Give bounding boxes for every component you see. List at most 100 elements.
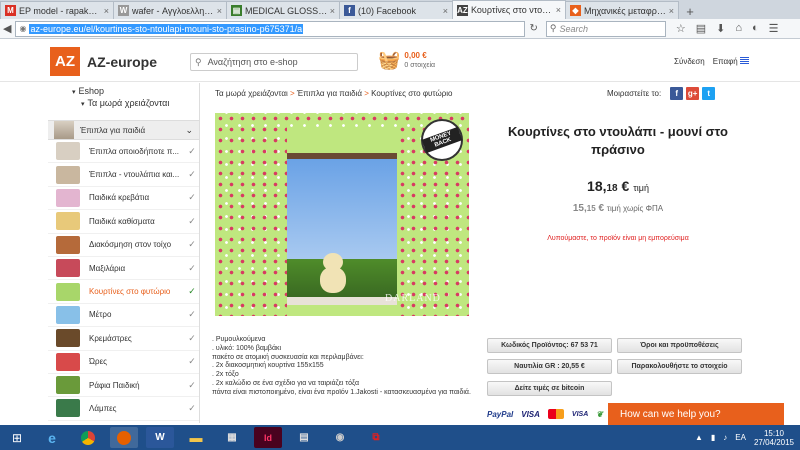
close-icon[interactable]: × xyxy=(443,6,448,16)
sidebar-item[interactable]: Έπιπλα οποιοδήποτε π... ✓ xyxy=(48,140,199,164)
windows-start-icon[interactable]: ⊞ xyxy=(4,427,30,448)
close-icon[interactable]: × xyxy=(330,6,335,16)
pocket-icon[interactable]: ◐ xyxy=(752,22,759,35)
site-search-input[interactable]: ⚲ Αναζήτηση στο e-shop xyxy=(190,53,358,71)
money-back-badge: MONEY BACK xyxy=(421,119,463,161)
chrome-icon[interactable] xyxy=(74,427,102,448)
url-bar[interactable]: ◉ az-europe.eu/el/kourtines-sto-ntoulapi… xyxy=(15,20,526,37)
shipping-button[interactable]: Ναυτιλία GR : 20,55 € xyxy=(487,359,612,374)
new-tab-icon[interactable]: + xyxy=(682,4,698,19)
browser-tab[interactable]: ▤MEDICAL GLOSSARY - ...× xyxy=(226,1,340,19)
close-icon[interactable]: × xyxy=(556,5,561,15)
login-link[interactable]: Σύνδεση xyxy=(674,57,705,66)
teddy-bear xyxy=(318,253,348,293)
sidebar-item[interactable]: Κρεμάστρες ✓ xyxy=(48,327,199,351)
site-name[interactable]: AZ-europe xyxy=(87,54,157,70)
sidebar-root[interactable]: ▾ Eshop xyxy=(72,86,199,98)
description-line: . υλικό: 100% βαμβάκι xyxy=(212,344,282,352)
download-icon[interactable]: ⬇ xyxy=(716,22,725,35)
check-icon: ✓ xyxy=(188,215,196,226)
volume-icon[interactable]: ♪ xyxy=(723,433,727,442)
description-line: . 2x καλώδιο σε ένα σχέδιο για να ταιριά… xyxy=(212,379,359,387)
sidebar-item-thumbnail xyxy=(56,259,80,278)
system-clock[interactable]: 15:10 27/04/2015 xyxy=(754,429,794,447)
firefox-icon[interactable] xyxy=(110,427,138,448)
check-icon: ✓ xyxy=(188,145,196,156)
reading-list-icon[interactable]: ▤ xyxy=(696,22,706,35)
sidebar-item[interactable]: Κουρτίνες στο φυτώριο ✓ xyxy=(48,280,199,304)
reload-icon[interactable]: ↻ xyxy=(529,23,537,34)
sidebar-item[interactable]: Διακόσμηση στον τοίχο ✓ xyxy=(48,234,199,257)
payment-methods: PayPal VISA VISA ❦ xyxy=(487,409,603,419)
star-icon[interactable]: ☆ xyxy=(676,22,686,35)
close-icon[interactable]: × xyxy=(669,6,674,16)
breadcrumb-item[interactable]: Έπιπλα για παιδιά xyxy=(297,89,362,98)
indesign-icon[interactable]: Id xyxy=(254,427,282,448)
sidebar-sub[interactable]: ▾ Τα μωρά χρειάζονται xyxy=(72,98,199,110)
menu-icon[interactable]: ☰ xyxy=(769,22,779,35)
sidebar-category[interactable]: Έπιπλα για παιδιά ⌄ xyxy=(48,120,199,140)
bitcoin-prices-button[interactable]: Δείτε τιμές σε bitcoin xyxy=(487,381,612,396)
search-icon: ⚲ xyxy=(195,56,202,67)
sidebar-item-thumbnail xyxy=(56,282,80,301)
sidebar-item[interactable]: Μέτρο ✓ xyxy=(48,304,199,328)
system-tray: ▲ ▮ ♪ EA 15:10 27/04/2015 xyxy=(695,429,800,447)
back-arrow-icon[interactable]: ◀ xyxy=(3,22,11,35)
browser-nav-bar: ◀ ◉ az-europe.eu/el/kourtines-sto-ntoula… xyxy=(0,19,800,39)
acrobat-icon[interactable]: ⧉ xyxy=(362,427,390,448)
product-code-button[interactable]: Κωδικός Προϊόντος: 67 53 71 xyxy=(487,338,612,353)
sidebar-item[interactable]: Ώρες ✓ xyxy=(48,351,199,374)
visa-logo: VISA xyxy=(521,409,540,419)
check-icon: ✓ xyxy=(188,286,196,297)
tab-favicon-icon: W xyxy=(118,5,129,16)
contact-link[interactable]: Επαφή xyxy=(713,57,738,66)
breadcrumb-item[interactable]: Τα μωρά χρειάζονται xyxy=(215,89,288,98)
category-sidebar: ▾ Eshop ▾ Τα μωρά χρειάζονται Έπιπλα για π… xyxy=(48,83,200,423)
sidebar-item[interactable]: Παιδικά καθίσματα ✓ xyxy=(48,210,199,234)
breadcrumb-item[interactable]: Κουρτίνες στο φυτώριο xyxy=(371,89,452,98)
tab-title: MEDICAL GLOSSARY - ... xyxy=(245,5,328,16)
word-icon[interactable]: W xyxy=(146,427,174,448)
tab-title: Μηχανικές μεταφράσει... xyxy=(584,5,667,16)
close-icon[interactable]: × xyxy=(104,6,109,16)
browser-tab[interactable]: Wwafer - Αγγλοελληνικό ...× xyxy=(113,1,227,19)
check-icon: ✓ xyxy=(188,169,196,180)
check-icon: ✓ xyxy=(188,356,196,367)
browser-tab[interactable]: f (10) Facebook × xyxy=(339,1,453,19)
sidebar-item-label: Λάμπες xyxy=(89,403,117,413)
browser-search-input[interactable]: ⚲ Search xyxy=(545,20,666,37)
greek-flag-icon[interactable] xyxy=(740,57,749,64)
tab-title: EP model - rapakuli@g... xyxy=(19,5,102,16)
sidebar-item[interactable]: Λάμπες ✓ xyxy=(48,397,199,421)
site-logo[interactable]: AZ xyxy=(50,47,80,76)
language-indicator[interactable]: EA xyxy=(735,433,746,442)
tray-arrow-icon[interactable]: ▲ xyxy=(695,433,703,442)
network-icon[interactable]: ▮ xyxy=(711,433,715,442)
chat-widget[interactable]: How can we help you? xyxy=(608,403,784,425)
product-image[interactable]: MONEY BACK DARLAND xyxy=(215,113,469,316)
media-player-icon[interactable]: ◉ xyxy=(326,427,354,448)
terms-button[interactable]: Όροι και προϋποθέσεις xyxy=(617,338,742,353)
chevron-down-icon: ⌄ xyxy=(185,124,193,135)
ie-icon[interactable]: e xyxy=(38,427,66,448)
watch-item-button[interactable]: Παρακολουθήστε το στοιχείο xyxy=(617,359,742,374)
tab-favicon-icon: ◆ xyxy=(570,5,581,16)
home-icon[interactable]: ⌂ xyxy=(735,22,742,35)
sidebar-item[interactable]: Παιδικά κρεβάτια ✓ xyxy=(48,187,199,211)
browser-tab[interactable]: ◆Μηχανικές μεταφράσει...× xyxy=(565,1,679,19)
windows-taskbar: ⊞ e W ▬ ▦ Id ▤ ◉ ⧉ ▲ ▮ ♪ EA 15:10 27/04/… xyxy=(0,425,800,450)
notes-icon[interactable]: ▤ xyxy=(290,427,318,448)
facebook-icon[interactable]: f xyxy=(670,87,684,100)
sidebar-item[interactable]: Ράφια Παιδική ✓ xyxy=(48,374,199,398)
close-icon[interactable]: × xyxy=(217,6,222,16)
sidebar-item[interactable]: Έπιπλα - ντουλάπια και... ✓ xyxy=(48,163,199,187)
google-plus-icon[interactable]: g+ xyxy=(686,87,700,100)
browser-tab[interactable]: AZΚουρτίνες στο ντουλάπ...× xyxy=(452,0,566,19)
calculator-icon[interactable]: ▦ xyxy=(218,427,246,448)
browser-tab[interactable]: MEP model - rapakuli@g...× xyxy=(0,1,114,19)
check-icon: ✓ xyxy=(188,332,196,343)
folder-icon[interactable]: ▬ xyxy=(182,427,210,448)
sidebar-item[interactable]: Μαξιλάρια ✓ xyxy=(48,257,199,281)
cart[interactable]: 🧺 0,00 € 0 στοιχεία xyxy=(378,50,435,71)
twitter-icon[interactable]: t xyxy=(702,87,716,100)
